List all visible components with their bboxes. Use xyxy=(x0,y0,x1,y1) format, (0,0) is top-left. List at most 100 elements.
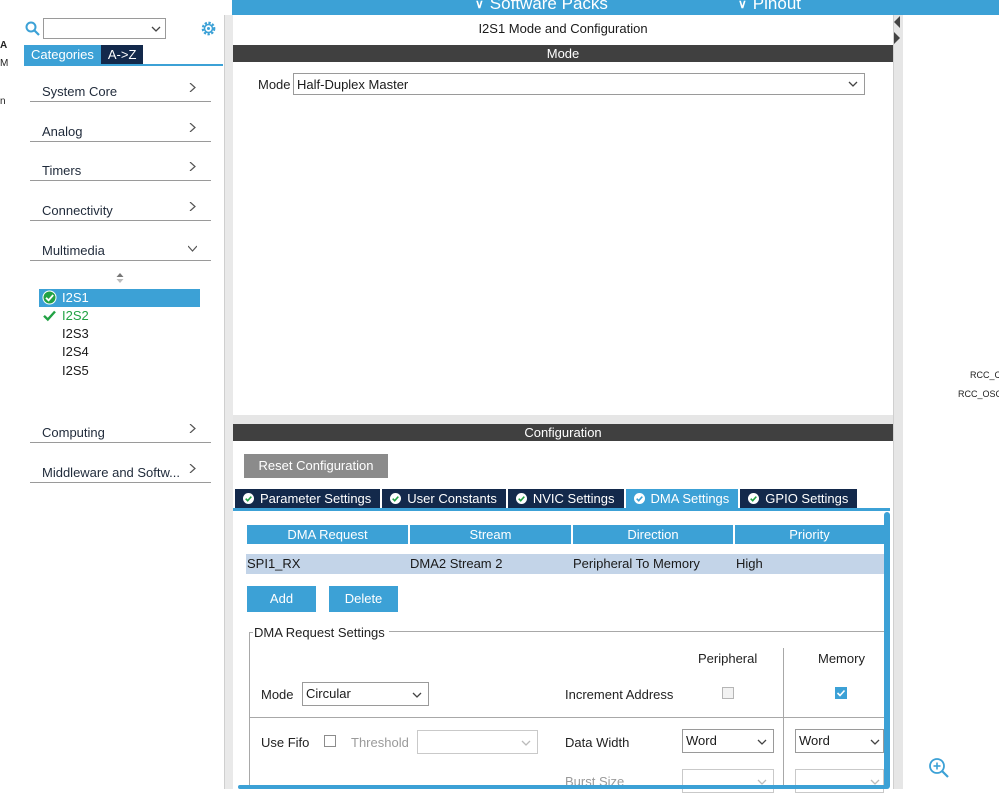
mode-label: Mode xyxy=(258,77,291,92)
category-label: Multimedia xyxy=(42,243,105,258)
category-analog[interactable]: Analog xyxy=(30,121,211,142)
add-button[interactable]: Add xyxy=(247,586,316,612)
section-splitter[interactable] xyxy=(233,415,893,424)
category-panel: Categories A->Z System Core Analog Timer… xyxy=(19,15,224,789)
memory-data-width-select[interactable]: Word xyxy=(795,729,884,753)
tab-gpio-settings[interactable]: GPIO Settings xyxy=(740,489,858,508)
table-header-stream[interactable]: Stream xyxy=(410,525,571,544)
table-header-dma-request[interactable]: DMA Request xyxy=(247,525,408,544)
reset-configuration-button[interactable]: Reset Configuration xyxy=(244,454,388,478)
check-circle-icon xyxy=(243,493,254,504)
mode-configuration-panel: I2S1 Mode and Configuration Mode Mode Ha… xyxy=(233,15,893,793)
search-icon[interactable] xyxy=(25,21,40,36)
tab-label: GPIO Settings xyxy=(765,491,849,506)
chevron-down-icon: ∨ xyxy=(475,0,484,11)
check-circle-icon xyxy=(748,493,760,504)
tab-nvic-settings[interactable]: NVIC Settings xyxy=(507,489,624,508)
chevron-right-icon xyxy=(189,424,196,433)
list-item-i2s4[interactable]: I2S4 xyxy=(39,343,200,361)
tab-dma-settings[interactable]: DMA Settings xyxy=(625,489,739,508)
table-cell[interactable]: Peripheral To Memory xyxy=(572,554,735,574)
pin-label: RCC_C xyxy=(970,370,999,380)
configuration-tabs: Parameter Settings User Constants NVIC S… xyxy=(235,489,858,508)
mode-section-header: Mode xyxy=(233,45,893,62)
tab-label: NVIC Settings xyxy=(532,491,615,506)
panel-title: I2S1 Mode and Configuration xyxy=(478,21,648,36)
chevron-right-icon xyxy=(189,464,196,473)
list-item-i2s2[interactable]: I2S2 xyxy=(39,307,200,325)
pinout-label: Pinout xyxy=(752,0,801,13)
sort-icon[interactable] xyxy=(116,272,124,284)
memory-burst-size-select[interactable] xyxy=(795,769,884,793)
tab-user-constants[interactable]: User Constants xyxy=(382,489,506,508)
pin-label: RCC_OSC xyxy=(958,389,999,399)
table-cell[interactable]: SPI1_RX xyxy=(246,554,409,574)
category-connectivity[interactable]: Connectivity xyxy=(30,200,211,221)
dma-mode-select[interactable]: Circular xyxy=(302,682,429,706)
list-item-i2s1[interactable]: I2S1 xyxy=(39,289,200,307)
category-timers[interactable]: Timers xyxy=(30,160,211,181)
panel-splitter[interactable] xyxy=(893,15,903,789)
peripheral-increment-checkbox[interactable] xyxy=(722,687,734,699)
peripheral-data-width-select[interactable]: Word xyxy=(682,729,774,753)
threshold-select[interactable] xyxy=(417,730,538,754)
pinout-menu[interactable]: ∨ Pinout xyxy=(738,0,801,14)
mode-value: Half-Duplex Master xyxy=(297,77,409,92)
tab-label: User Constants xyxy=(407,491,497,506)
use-fifo-checkbox[interactable] xyxy=(324,735,336,747)
row-divider xyxy=(250,717,884,718)
chevron-down-icon xyxy=(757,739,767,745)
table-header-priority[interactable]: Priority xyxy=(735,525,884,544)
tab-parameter-settings[interactable]: Parameter Settings xyxy=(235,489,381,508)
zoom-in-icon[interactable] xyxy=(928,757,950,779)
chevron-right-icon xyxy=(189,83,196,92)
table-header-direction[interactable]: Direction xyxy=(573,525,733,544)
category-label: Middleware and Softw... xyxy=(42,465,181,480)
delete-button[interactable]: Delete xyxy=(329,586,398,612)
panel-splitter[interactable] xyxy=(224,15,233,789)
gutter-fragment: A xyxy=(0,40,8,51)
chevron-down-icon xyxy=(151,26,161,32)
group-border xyxy=(389,631,884,632)
mode-select[interactable]: Half-Duplex Master xyxy=(293,73,865,95)
category-label: Analog xyxy=(42,124,83,139)
tab-categories[interactable]: Categories xyxy=(24,45,101,64)
item-label: I2S4 xyxy=(62,344,89,359)
horizontal-scrollbar[interactable] xyxy=(238,785,888,789)
gear-icon[interactable] xyxy=(199,19,218,38)
tab-label: Parameter Settings xyxy=(260,491,372,506)
category-middleware[interactable]: Middleware and Softw... xyxy=(30,462,211,483)
dma-mode-value: Circular xyxy=(306,686,351,701)
chevron-right-icon xyxy=(189,162,196,171)
chevron-right-icon xyxy=(189,202,196,211)
memory-header: Memory xyxy=(818,651,865,666)
category-label: Computing xyxy=(42,425,105,440)
category-tabs: Categories A->Z xyxy=(24,45,144,64)
category-computing[interactable]: Computing xyxy=(30,422,211,443)
gutter-fragment: n xyxy=(0,96,6,107)
check-circle-icon xyxy=(515,493,527,504)
search-input[interactable] xyxy=(43,18,166,39)
check-circle-icon xyxy=(633,493,645,504)
chevron-down-icon xyxy=(412,692,422,698)
memory-increment-checkbox[interactable] xyxy=(835,687,847,699)
dma-request-settings-title: DMA Request Settings xyxy=(254,625,385,640)
table-cell[interactable]: High xyxy=(735,554,884,574)
vertical-scrollbar[interactable] xyxy=(884,512,890,789)
memory-data-width-value: Word xyxy=(799,733,830,748)
chevron-down-icon xyxy=(188,245,197,252)
software-packs-menu[interactable]: ∨ Software Packs xyxy=(475,0,608,14)
list-item-i2s5[interactable]: I2S5 xyxy=(39,362,200,380)
list-item-i2s3[interactable]: I2S3 xyxy=(39,325,200,343)
category-multimedia[interactable]: Multimedia xyxy=(30,240,211,261)
chevron-down-icon xyxy=(870,739,880,745)
collapse-arrows-icon[interactable] xyxy=(894,16,901,46)
category-system-core[interactable]: System Core xyxy=(30,81,211,102)
tab-a-to-z[interactable]: A->Z xyxy=(100,45,144,64)
peripheral-burst-size-select[interactable] xyxy=(682,769,774,793)
threshold-label: Threshold xyxy=(351,735,409,750)
table-cell[interactable]: DMA2 Stream 2 xyxy=(409,554,572,574)
category-label: System Core xyxy=(42,84,118,99)
check-circle-icon xyxy=(390,493,402,504)
tabs-underline xyxy=(24,64,223,66)
